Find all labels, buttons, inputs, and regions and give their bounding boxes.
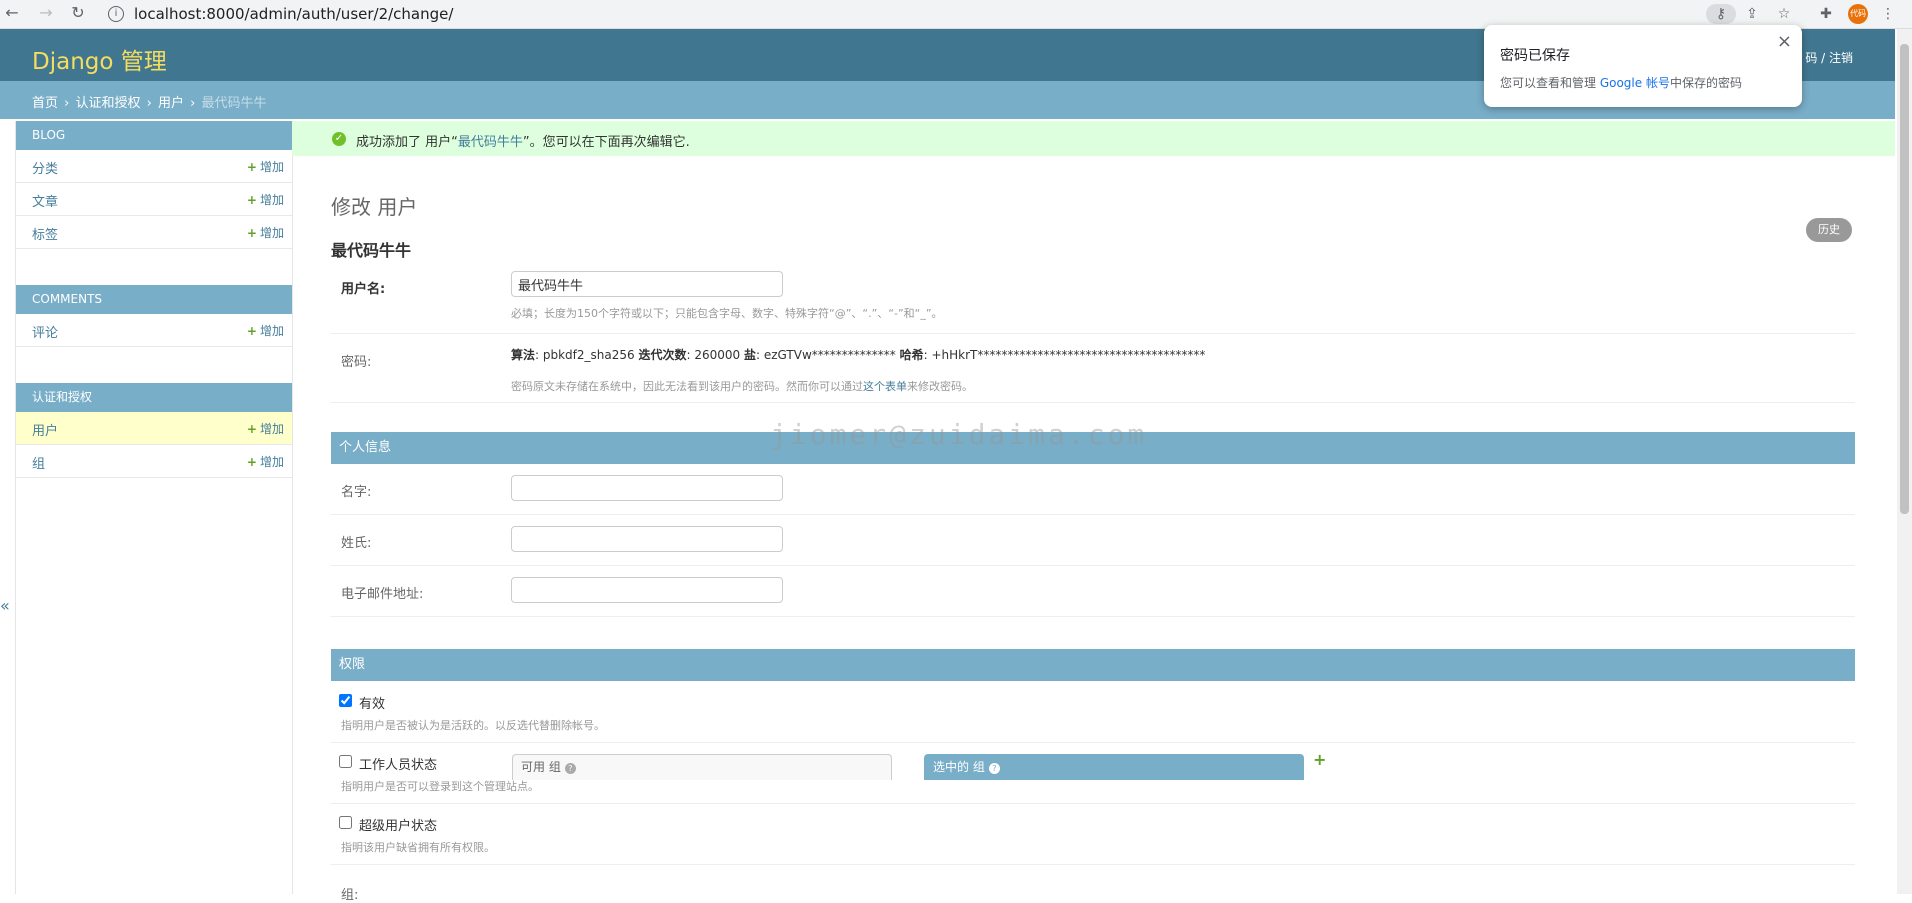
page-scrollbar[interactable] [1897,29,1912,894]
sidebar-item-category[interactable]: 分类 + 增加 [16,150,292,183]
plus-icon: + [246,455,257,469]
email-label: 电子邮件地址: [341,587,424,602]
form-row-is-active: 有效 指明用户是否被认为是活跃的。以反选代替删除帐号。 [331,682,1855,743]
site-info-icon[interactable]: i [108,6,124,22]
password-saved-popup: 密码已保存 您可以查看和管理 Google 帐号中保存的密码 × [1484,25,1802,107]
is-active-help: 指明用户是否被认为是活跃的。以反选代替删除帐号。 [341,719,605,732]
reload-icon[interactable]: ↻ [68,3,88,23]
plus-icon: + [246,324,257,338]
sidebar-item-label[interactable]: 评论 [32,322,58,341]
site-brand[interactable]: Django 管理 [32,42,167,76]
sidebar-item-article[interactable]: 文章 + 增加 [16,183,292,216]
breadcrumb-app[interactable]: 认证和授权 [76,96,141,111]
first-name-label: 名字: [341,485,372,500]
sidebar-item-label[interactable]: 分类 [32,158,58,177]
first-name-input[interactable] [511,475,783,501]
form-row-username: 用户名: 必填；长度为150个字符或以下；只能包含字母、数字、特殊字符“@”、“… [331,267,1855,334]
username-help: 必填；长度为150个字符或以下；只能包含字母、数字、特殊字符“@”、“.”、“-… [511,307,943,320]
breadcrumb-current: 最代码牛牛 [201,96,267,111]
breadcrumb-home[interactable]: 首页 [32,96,58,111]
sidebar-item-group[interactable]: 组 + 增加 [16,445,292,478]
nav-sidebar: BLOG 分类 + 增加 文章 + 增加 标签 + 增加 COMMENTS 评论 + 增… [15,121,293,894]
popup-body: 您可以查看和管理 Google 帐号中保存的密码 [1500,76,1742,90]
add-link[interactable]: + 增加 [247,224,284,241]
chosen-groups-box[interactable]: 选中的 组? [924,754,1304,780]
add-link[interactable]: + 增加 [247,453,284,470]
object-title: 最代码牛牛 [331,241,412,260]
breadcrumb-sep: › [190,96,196,111]
is-active-label[interactable]: 有效 [359,693,385,712]
add-link[interactable]: + 增加 [247,191,284,208]
menu-icon[interactable]: ⋮ [1878,4,1898,24]
change-password-link[interactable]: 这个表单 [863,380,907,393]
sidebar-item-user[interactable]: 用户 + 增加 [16,412,292,445]
scrollbar-thumb[interactable] [1900,44,1909,514]
add-link[interactable]: + 增加 [247,322,284,339]
form-row-email: 电子邮件地址: [331,566,1855,617]
password-help: 密码原文未存储在系统中，因此无法看到该用户的密码。然而你可以通过这个表单来修改密… [511,380,973,393]
url-text: localhost:8000/admin/auth/user/2/change/ [134,5,454,23]
plus-icon: + [246,226,257,240]
history-button[interactable]: 历史 [1806,218,1852,242]
check-circle-icon: ✓ [332,132,346,146]
add-link[interactable]: + 增加 [247,420,284,437]
popup-title: 密码已保存 [1500,48,1570,64]
last-name-label: 姓氏: [341,536,372,551]
success-message: ✓ 成功添加了 用户“最代码牛牛”。您可以在下面再次编辑它. [292,121,1895,156]
is-staff-checkbox[interactable] [339,755,352,768]
email-input[interactable] [511,577,783,603]
close-icon[interactable]: × [1777,31,1792,52]
is-superuser-checkbox[interactable] [339,816,352,829]
plus-icon: + [246,422,257,436]
sidebar-item-label[interactable]: 标签 [32,224,58,243]
sidebar-item-label[interactable]: 文章 [32,191,58,210]
module-caption-blog[interactable]: BLOG [16,121,292,150]
profile-avatar[interactable]: 代码 [1848,4,1868,24]
form-row-last-name: 姓氏: [331,515,1855,566]
is-staff-help: 指明用户是否可以登录到这个管理站点。 [341,780,539,793]
user-links[interactable]: 码 / 注销 [1805,49,1853,66]
sidebar-item-comment[interactable]: 评论 + 增加 [16,314,292,347]
star-icon[interactable]: ☆ [1774,4,1794,24]
help-icon[interactable]: ? [564,763,576,774]
form-row-password: 密码: 算法: pbkdf2_sha256 迭代次数: 260000 盐: ez… [331,334,1855,403]
module-caption-auth[interactable]: 认证和授权 [16,383,292,412]
sidebar-item-label[interactable]: 组 [32,453,45,472]
share-icon[interactable]: ⇪ [1742,4,1762,24]
fieldset-permissions: 权限 [331,649,1855,681]
add-link[interactable]: + 增加 [247,158,284,175]
breadcrumb-sep: › [64,96,70,111]
add-group-button[interactable]: + [1313,750,1326,769]
is-superuser-label[interactable]: 超级用户状态 [359,815,437,834]
key-icon[interactable]: ⚷ [1706,4,1736,24]
is-staff-label[interactable]: 工作人员状态 [359,754,437,773]
extensions-icon[interactable]: ✚ [1816,4,1836,24]
breadcrumb-sep: › [146,96,152,111]
username-label: 用户名: [341,282,386,297]
help-icon[interactable]: ? [988,763,1000,774]
sidebar-item-tag[interactable]: 标签 + 增加 [16,216,292,249]
watermark: jiomer@zuidaima.com [770,418,1148,451]
form-row-is-superuser: 超级用户状态 指明该用户缺省拥有所有权限。 [331,804,1855,865]
password-summary: 算法: pbkdf2_sha256 迭代次数: 260000 盐: ezGTVw… [511,348,1206,362]
available-groups-box[interactable]: 可用 组? [512,754,892,780]
last-name-input[interactable] [511,526,783,552]
is-superuser-help: 指明该用户缺省拥有所有权限。 [341,841,495,854]
sidebar-collapse-toggle[interactable]: « [0,596,10,615]
forward-icon[interactable]: → [36,3,56,23]
breadcrumb-model[interactable]: 用户 [158,96,184,111]
back-icon[interactable]: ← [2,3,22,23]
is-active-checkbox[interactable] [339,694,352,707]
password-label: 密码: [341,355,372,370]
message-link[interactable]: 最代码牛牛 [458,135,523,150]
address-bar[interactable]: i localhost:8000/admin/auth/user/2/chang… [100,2,1690,26]
form-row-first-name: 名字: [331,464,1855,515]
google-account-link[interactable]: Google 帐号 [1600,76,1670,90]
plus-icon: + [246,160,257,174]
page-title: 修改 用户 [331,195,418,219]
sidebar-item-label[interactable]: 用户 [32,420,58,439]
plus-icon: + [246,193,257,207]
username-input[interactable] [511,271,783,297]
module-caption-comments[interactable]: COMMENTS [16,285,292,314]
